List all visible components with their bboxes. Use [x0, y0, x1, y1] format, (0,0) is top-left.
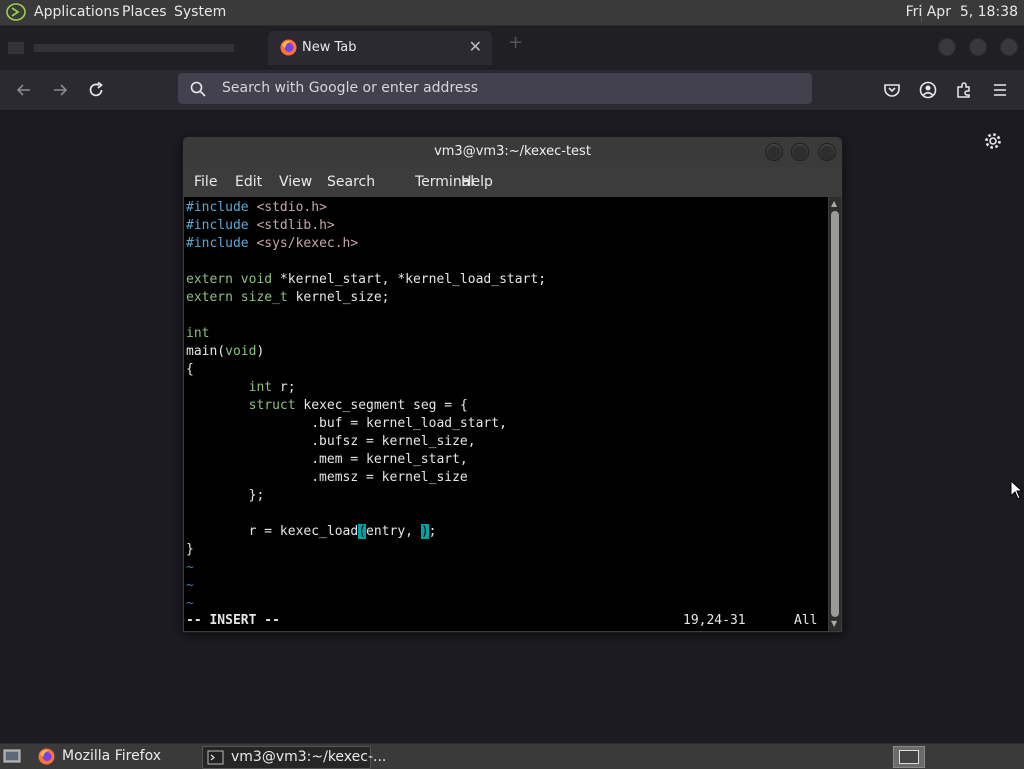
code-line: .bufsz = kernel_size, — [186, 434, 476, 449]
code-line: struct kexec_segment seg = { — [248, 398, 468, 413]
extensions-icon[interactable] — [954, 80, 974, 100]
search-icon — [190, 81, 206, 97]
vim-mode-indicator: -- INSERT -- — [186, 613, 280, 628]
menu-search[interactable]: Search — [327, 174, 375, 190]
terminal-icon — [207, 750, 224, 765]
menu-view[interactable]: View — [279, 174, 312, 190]
code-line: main(void) — [186, 344, 265, 359]
top-panel: Applications Places System Fri Apr 5, 18… — [0, 0, 1024, 26]
cursor-position: 19,24-31 — [683, 613, 746, 628]
workspace-switcher[interactable] — [893, 746, 925, 768]
places-menu[interactable]: Places — [122, 4, 167, 20]
workspace-window-thumb — [899, 750, 919, 764]
maximize-window-button[interactable] — [969, 38, 987, 56]
minimize-window-button[interactable] — [938, 38, 956, 56]
clock[interactable]: Fri Apr 5, 18:38 — [906, 4, 1018, 20]
code-line: extern size_t kernel_size; — [186, 290, 390, 305]
menu-edit[interactable]: Edit — [235, 174, 262, 190]
browser-tab-bar: New Tab ✕ + — [0, 26, 1024, 70]
hamburger-menu-icon[interactable] — [990, 80, 1010, 100]
gear-icon[interactable] — [983, 131, 1003, 151]
close-window-button[interactable] — [1000, 38, 1018, 56]
terminal-close-button[interactable] — [818, 143, 836, 161]
code-line: int — [186, 326, 210, 341]
terminal-minimize-button[interactable] — [765, 143, 783, 161]
taskbar-firefox-label: Mozilla Firefox — [62, 748, 162, 764]
paren-match-highlight: ( — [358, 524, 367, 539]
scrollbar-thumb[interactable] — [831, 211, 839, 617]
pocket-icon[interactable] — [882, 80, 902, 100]
back-arrow-icon[interactable] — [14, 80, 34, 100]
mouse-pointer-icon — [1010, 480, 1024, 500]
empty-line-tilde: ~ — [186, 560, 194, 575]
firefox-icon — [38, 748, 55, 765]
reload-icon[interactable] — [86, 80, 106, 100]
menu-help[interactable]: Help — [461, 174, 493, 190]
taskbar-terminal[interactable]: vm3@vm3:~/kexec-... — [202, 746, 386, 769]
terminal-title: vm3@vm3:~/kexec-test — [183, 137, 842, 167]
terminal-menubar: File Edit View Search Terminal Help — [183, 167, 842, 197]
code-line: #include <stdlib.h> — [186, 218, 335, 233]
system-menu[interactable]: System — [174, 4, 226, 20]
terminal-window[interactable]: vm3@vm3:~/kexec-test File Edit View Sear… — [182, 136, 843, 633]
ghost-tab-strip — [8, 42, 234, 54]
tab-close-icon[interactable]: ✕ — [469, 37, 482, 56]
url-input-placeholder[interactable]: Search with Google or enter address — [222, 80, 478, 96]
scroll-percentage: All — [794, 613, 818, 628]
code-line: .mem = kernel_start, — [186, 452, 468, 467]
code-line: int r; — [248, 380, 296, 395]
code-line: }; — [186, 488, 265, 503]
empty-line-tilde: ~ — [186, 578, 194, 593]
scroll-down-icon[interactable]: ▼ — [831, 619, 837, 628]
text-cursor: ) — [420, 524, 429, 539]
terminal-maximize-button[interactable] — [791, 143, 809, 161]
empty-line-tilde: ~ — [186, 596, 194, 611]
bottom-taskbar: Mozilla Firefox vm3@vm3:~/kexec-... — [0, 743, 1024, 769]
firefox-icon — [280, 39, 297, 56]
code-line: #include <sys/kexec.h> — [186, 236, 359, 251]
account-icon[interactable] — [918, 80, 938, 100]
code-line: extern void *kernel_start, *kernel_load_… — [186, 272, 547, 287]
applications-menu[interactable]: Applications — [34, 4, 120, 20]
taskbar-firefox[interactable]: Mozilla Firefox — [34, 746, 194, 767]
terminal-screen[interactable]: #include <stdio.h> #include <stdlib.h> #… — [184, 197, 828, 631]
terminal-scrollbar[interactable]: ▲ ▼ — [829, 197, 841, 631]
distro-logo-icon[interactable] — [6, 3, 26, 21]
taskbar-terminal-label: vm3@vm3:~/kexec-... — [231, 749, 387, 765]
code-line: r = kexec_load(entry, ); — [186, 524, 437, 539]
code-line: #include <stdio.h> — [186, 200, 327, 215]
code-line: } — [186, 542, 194, 557]
tab-title: New Tab — [302, 40, 357, 55]
scroll-up-icon[interactable]: ▲ — [831, 199, 837, 208]
new-tab-plus-icon[interactable]: + — [508, 32, 523, 53]
code-line: .memsz = kernel_size — [186, 470, 468, 485]
tab-new-tab[interactable]: New Tab ✕ — [268, 31, 492, 65]
show-desktop-icon[interactable] — [3, 748, 21, 764]
menu-file[interactable]: File — [194, 174, 217, 190]
code-line: .buf = kernel_load_start, — [186, 416, 507, 431]
forward-arrow-icon[interactable] — [50, 80, 70, 100]
url-bar[interactable]: Search with Google or enter address — [178, 73, 812, 104]
browser-nav-bar: Search with Google or enter address — [0, 70, 1024, 111]
code-line: { — [186, 362, 194, 377]
